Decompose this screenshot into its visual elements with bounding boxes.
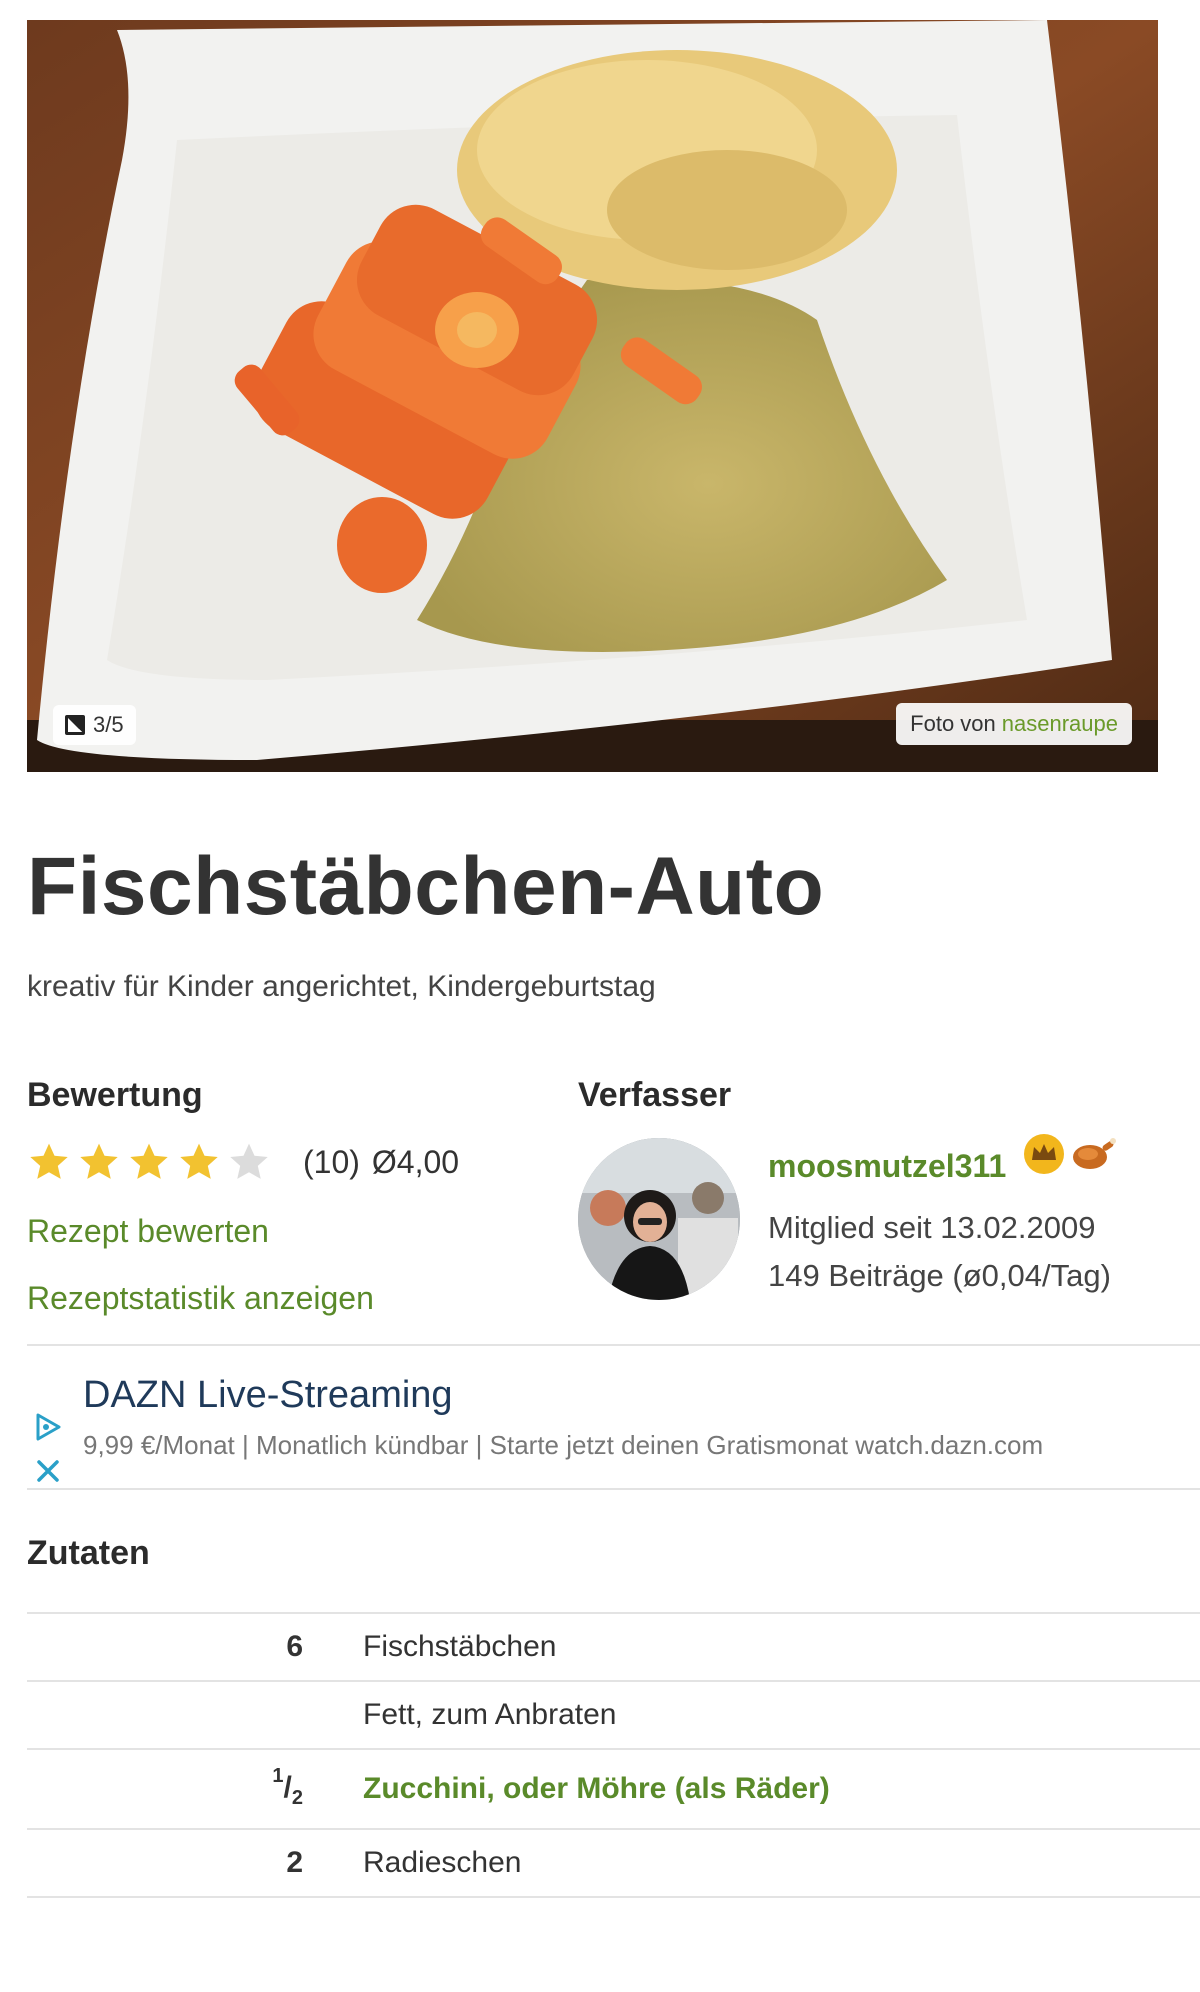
ingredient-name: Fett, zum Anbraten [363, 1698, 617, 1731]
ingredient-amount: 6 [286, 1630, 303, 1663]
photo-pager-badge[interactable]: 3/5 [53, 705, 136, 745]
ingredient-name: Radieschen [363, 1846, 522, 1879]
ad-banner[interactable]: DAZN Live-Streaming 9,99 €/Monat | Monat… [27, 1344, 1200, 1490]
close-icon[interactable] [35, 1458, 61, 1484]
adchoices-icon[interactable] [33, 1412, 63, 1442]
ingredient-row: 2 Radieschen [27, 1829, 1200, 1897]
star-filled-icon [80, 1143, 118, 1179]
recipe-statistics-link[interactable]: Rezeptstatistik anzeigen [27, 1280, 374, 1317]
ingredient-name-link[interactable]: Zucchini, oder Möhre (als Räder) [333, 1749, 1200, 1829]
star-filled-icon [180, 1143, 218, 1179]
ingredient-amount [27, 1681, 333, 1749]
fraction-denominator: 2 [291, 1786, 303, 1809]
photo-credit: Foto von nasenraupe [896, 703, 1132, 745]
recipe-subtitle: kreativ für Kinder angerichtet, Kinderge… [27, 970, 656, 1003]
ad-title[interactable]: DAZN Live-Streaming [83, 1374, 453, 1417]
ingredient-name: Fischstäbchen [363, 1630, 557, 1663]
ingredient-row: 6 Fischstäbchen [27, 1613, 1200, 1681]
chicken-icon [1073, 1138, 1116, 1169]
rating-average: Ø4,00 [371, 1143, 460, 1180]
author-post-count: 149 Beiträge (ø0,04/Tag) [768, 1258, 1111, 1293]
rating-heading: Bewertung [27, 1076, 203, 1114]
ingredients-heading: Zutaten [27, 1534, 150, 1572]
ad-text: 9,99 €/Monat | Monatlich kündbar | Start… [83, 1430, 1044, 1460]
author-heading: Verfasser [578, 1076, 732, 1114]
author-name-link[interactable]: moosmutzel311 [768, 1148, 1006, 1185]
dish-image [27, 20, 1158, 772]
ingredient-row: Fett, zum Anbraten [27, 1681, 1200, 1749]
rating-count: (10) [303, 1143, 360, 1180]
rate-recipe-link[interactable]: Rezept bewerten [27, 1213, 269, 1250]
star-empty-icon [230, 1143, 268, 1179]
expand-icon [65, 715, 85, 735]
photo-credit-prefix: Foto von [910, 711, 996, 736]
author-avatar[interactable] [578, 1138, 740, 1300]
recipe-photo[interactable]: 3/5 Foto von nasenraupe [27, 20, 1158, 772]
photo-credit-user-link[interactable]: nasenraupe [1002, 711, 1118, 737]
author-member-since: Mitglied seit 13.02.2009 [768, 1210, 1096, 1245]
crown-icon [1024, 1134, 1064, 1174]
star-filled-icon [130, 1143, 168, 1179]
ingredient-amount: 2 [286, 1846, 303, 1879]
recipe-title: Fischstäbchen-Auto [27, 841, 825, 932]
fraction-numerator: 1 [272, 1764, 284, 1787]
star-filled-icon [30, 1143, 68, 1179]
ingredients-table: 6 Fischstäbchen Fett, zum Anbraten 1/2 Z… [27, 1612, 1200, 1898]
ingredient-amount: 1/2 [272, 1764, 303, 1809]
author-avatar-image [578, 1138, 740, 1300]
ingredient-row: 1/2 Zucchini, oder Möhre (als Räder) [27, 1749, 1200, 1829]
photo-pager-text: 3/5 [93, 712, 124, 737]
rating-stars[interactable]: (10) Ø4,00 [27, 1140, 459, 1184]
